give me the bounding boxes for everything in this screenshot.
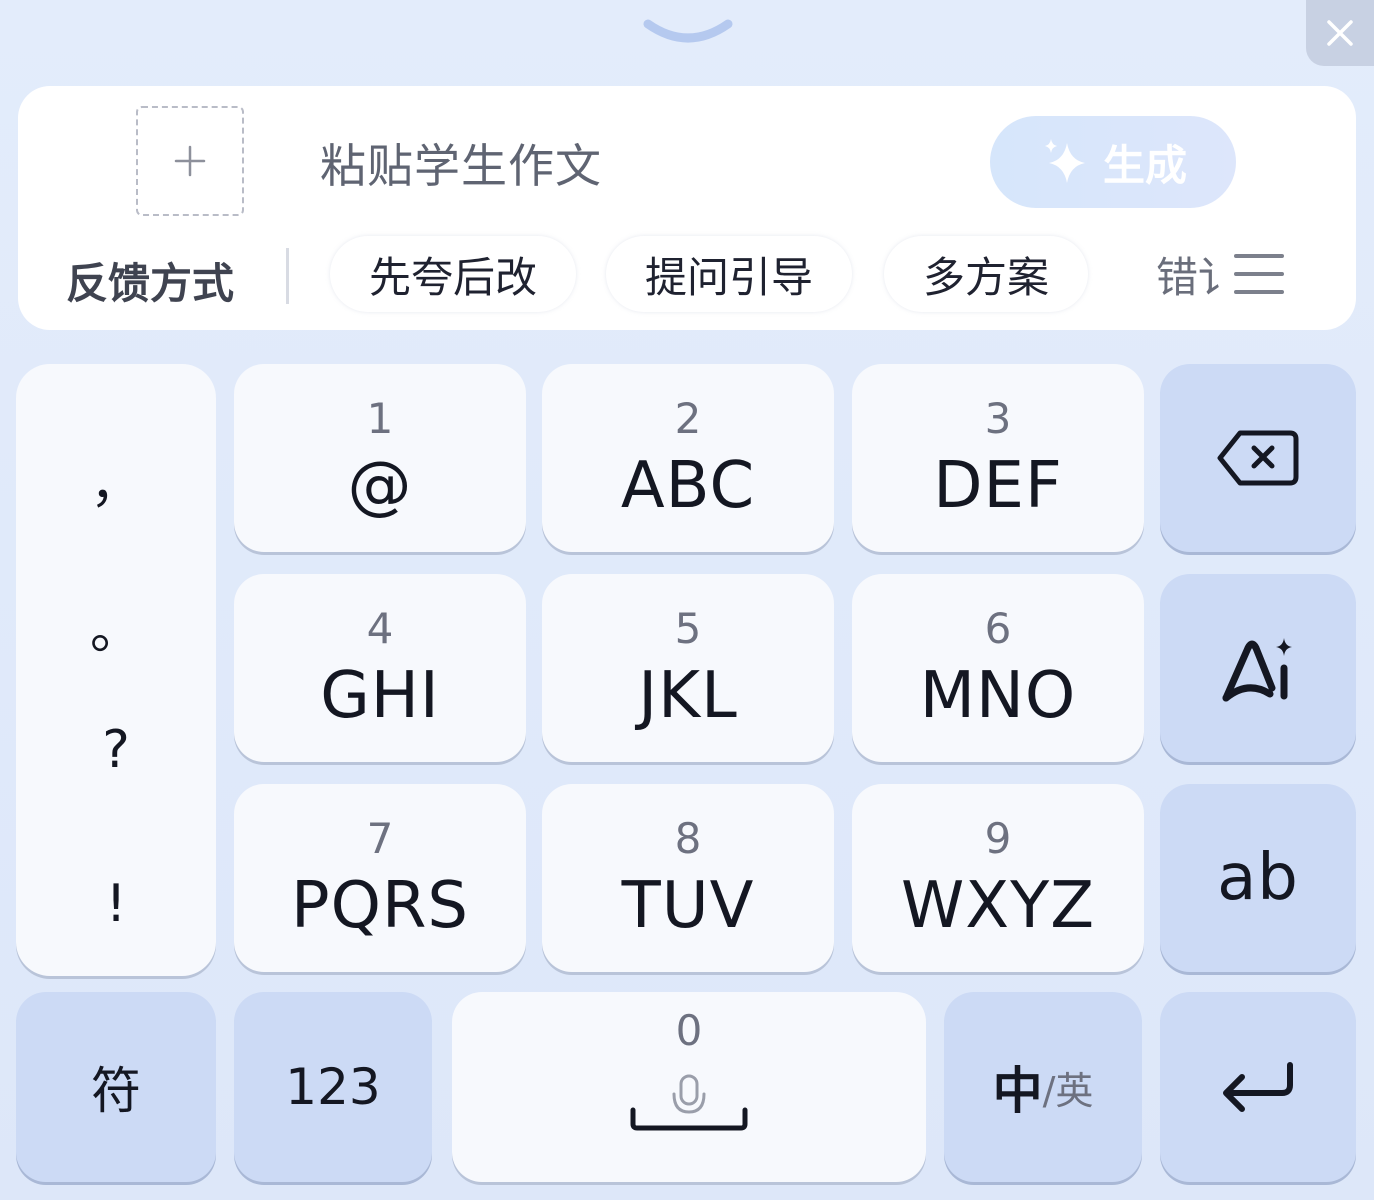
close-icon (1327, 20, 1353, 46)
key-period[interactable]: 。 (16, 588, 216, 663)
close-button[interactable] (1306, 0, 1374, 66)
key-number: 3 (984, 394, 1012, 443)
backspace-key[interactable] (1160, 364, 1356, 552)
key-9[interactable]: 9 WXYZ (852, 784, 1144, 972)
key-letters: PQRS (290, 869, 470, 943)
key-comma[interactable]: ， (16, 442, 216, 517)
key-number: 4 (366, 604, 394, 653)
feedback-mode-row: 反馈方式 先夸后改 提问引导 多方案 错讠 (18, 236, 1356, 316)
numbers-label: 123 (285, 1058, 381, 1116)
key-letters: GHI (320, 659, 440, 733)
key-number: 1 (366, 394, 394, 443)
essay-input[interactable]: 粘贴学生作文 (320, 130, 602, 196)
key-4[interactable]: 4 GHI (234, 574, 526, 762)
punctuation-column: ， 。 ? ! (16, 364, 216, 976)
chip-multi-plan[interactable]: 多方案 (884, 236, 1088, 312)
lang-alt-label: /英 (1042, 1068, 1094, 1113)
ai-key[interactable] (1160, 574, 1356, 762)
key-number: 5 (674, 604, 702, 653)
key-letters: ABC (620, 449, 756, 523)
key-number: 7 (366, 814, 394, 863)
key-letters: DEF (933, 449, 1063, 523)
key-letters: @ (347, 449, 413, 523)
key-number: 9 (984, 814, 1012, 863)
key-8[interactable]: 8 TUV (542, 784, 834, 972)
enter-key[interactable] (1160, 992, 1356, 1182)
generate-button[interactable]: 生成 (990, 116, 1236, 208)
key-3[interactable]: 3 DEF (852, 364, 1144, 552)
sparkle-icon (1044, 139, 1085, 183)
key-number: 6 (984, 604, 1012, 653)
key-letters: TUV (621, 869, 755, 943)
key-1[interactable]: 1 @ (234, 364, 526, 552)
key-letters: WXYZ (900, 869, 1096, 943)
key-letters: MNO (919, 659, 1077, 733)
backspace-icon (1217, 430, 1299, 486)
space-key[interactable]: 0 (452, 992, 926, 1182)
chips-menu-button[interactable] (1234, 252, 1284, 296)
key-number: 2 (674, 394, 702, 443)
ai-icon (1222, 638, 1292, 702)
divider (286, 248, 289, 304)
generate-label: 生成 (1102, 140, 1187, 190)
key-letters: JKL (638, 659, 738, 733)
chevron-down-icon (643, 19, 733, 43)
numbers-key[interactable]: 123 (234, 992, 432, 1182)
microphone-icon (630, 1074, 748, 1131)
key-question[interactable]: ? (16, 720, 216, 780)
space-number: 0 (675, 1006, 703, 1055)
symbols-label: 符 (91, 1062, 141, 1120)
chip-praise-then-fix[interactable]: 先夸后改 (330, 236, 576, 312)
key-5[interactable]: 5 JKL (542, 574, 834, 762)
case-label: ab (1217, 841, 1299, 915)
feedback-mode-title: 反馈方式 (66, 259, 235, 308)
enter-icon (1223, 1062, 1293, 1112)
symbols-key[interactable]: 符 (16, 992, 216, 1182)
language-toggle-key[interactable]: 中 /英 (944, 992, 1142, 1182)
key-2[interactable]: 2 ABC (542, 364, 834, 552)
plus-icon (174, 145, 206, 177)
key-exclamation[interactable]: ! (16, 874, 216, 934)
collapse-button[interactable] (642, 18, 734, 46)
chip-question-guide[interactable]: 提问引导 (606, 236, 852, 312)
key-number: 8 (674, 814, 702, 863)
menu-icon (1234, 254, 1284, 294)
compose-panel: 粘贴学生作文 生成 反馈方式 先夸后改 提问引导 多方案 错讠 (18, 86, 1356, 330)
key-6[interactable]: 6 MNO (852, 574, 1144, 762)
case-toggle-key[interactable]: ab (1160, 784, 1356, 972)
add-attachment-button[interactable] (136, 106, 244, 216)
key-7[interactable]: 7 PQRS (234, 784, 526, 972)
lang-main-label: 中 (992, 1062, 1043, 1120)
